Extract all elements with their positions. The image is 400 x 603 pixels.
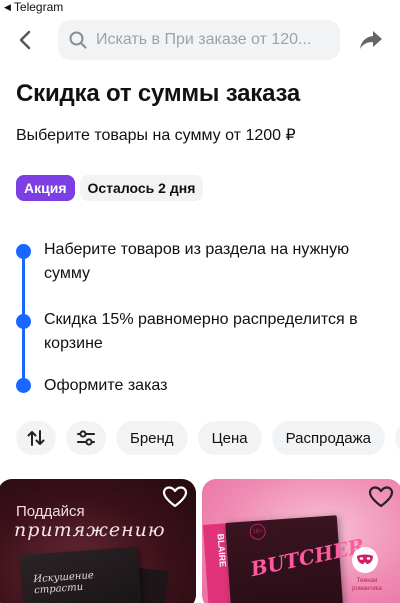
back-arrow-icon[interactable] — [14, 28, 38, 52]
spine-text: BLAIRE — [215, 533, 228, 568]
page-title: Скидка от суммы заказа — [16, 80, 301, 107]
steps-timeline: Наберите товаров из раздела на нужную су… — [14, 238, 394, 398]
time-remaining-badge: Осталось 2 дня — [79, 175, 204, 201]
banner-text: притяжению — [14, 519, 166, 541]
step-dot — [16, 314, 31, 329]
page-subtitle: Выберите товары на сумму от 1200 ₽ — [16, 127, 296, 144]
age-badge: 18+ — [249, 523, 267, 541]
delivery-filter-chip[interactable] — [394, 421, 400, 455]
book-title: BUTCHER — [248, 533, 367, 582]
top-bar: Искать в При заказе от 120... — [0, 16, 400, 64]
status-bar: ◀ Telegram — [0, 0, 400, 14]
book-title: Искушение страсти — [33, 570, 95, 596]
filter-bar: Бренд Цена Распродажа — [16, 421, 400, 455]
back-to-app-icon[interactable]: ◀ — [4, 2, 11, 13]
brand-filter-chip[interactable]: Бренд — [116, 421, 188, 455]
step-text: Скидка 15% равномерно распределится в ко… — [44, 311, 358, 352]
product-grid: Поддайся притяжению Искушение страсти BL… — [0, 479, 400, 603]
book-image: 18+ BUTCHER — [224, 515, 367, 603]
book-title-line: страсти — [33, 581, 84, 597]
step-text: Наберите товаров из раздела на нужную су… — [44, 241, 350, 282]
product-card[interactable]: BLAIRE 18+ BUTCHER Темная романтика — [202, 479, 400, 603]
search-input[interactable]: Искать в При заказе от 120... — [58, 20, 340, 60]
filter-button[interactable] — [66, 421, 106, 455]
genre-badge — [352, 547, 378, 573]
filter-sliders-icon — [77, 430, 95, 446]
sale-filter-chip[interactable]: Распродажа — [271, 421, 385, 455]
mask-icon — [357, 554, 373, 564]
sort-arrows-icon — [27, 430, 45, 446]
genre-label: Темная романтика — [352, 578, 382, 592]
heart-icon[interactable] — [162, 485, 188, 509]
step-dot — [16, 378, 31, 393]
search-placeholder: Искать в При заказе от 120... — [96, 31, 312, 48]
share-icon[interactable] — [358, 28, 384, 52]
sort-button[interactable] — [16, 421, 56, 455]
banner-text: Поддайся — [16, 503, 85, 520]
promo-badge: Акция — [16, 175, 75, 201]
back-to-app-label[interactable]: Telegram — [14, 0, 63, 14]
book-image: Искушение страсти — [19, 546, 143, 603]
step-dot — [16, 244, 31, 259]
product-card[interactable]: Поддайся притяжению Искушение страсти — [0, 479, 196, 603]
price-filter-chip[interactable]: Цена — [197, 421, 262, 455]
heart-icon[interactable] — [368, 485, 394, 509]
badges: Акция Осталось 2 дня — [16, 175, 204, 201]
search-icon — [69, 31, 87, 49]
step-text: Оформите заказ — [44, 377, 168, 394]
